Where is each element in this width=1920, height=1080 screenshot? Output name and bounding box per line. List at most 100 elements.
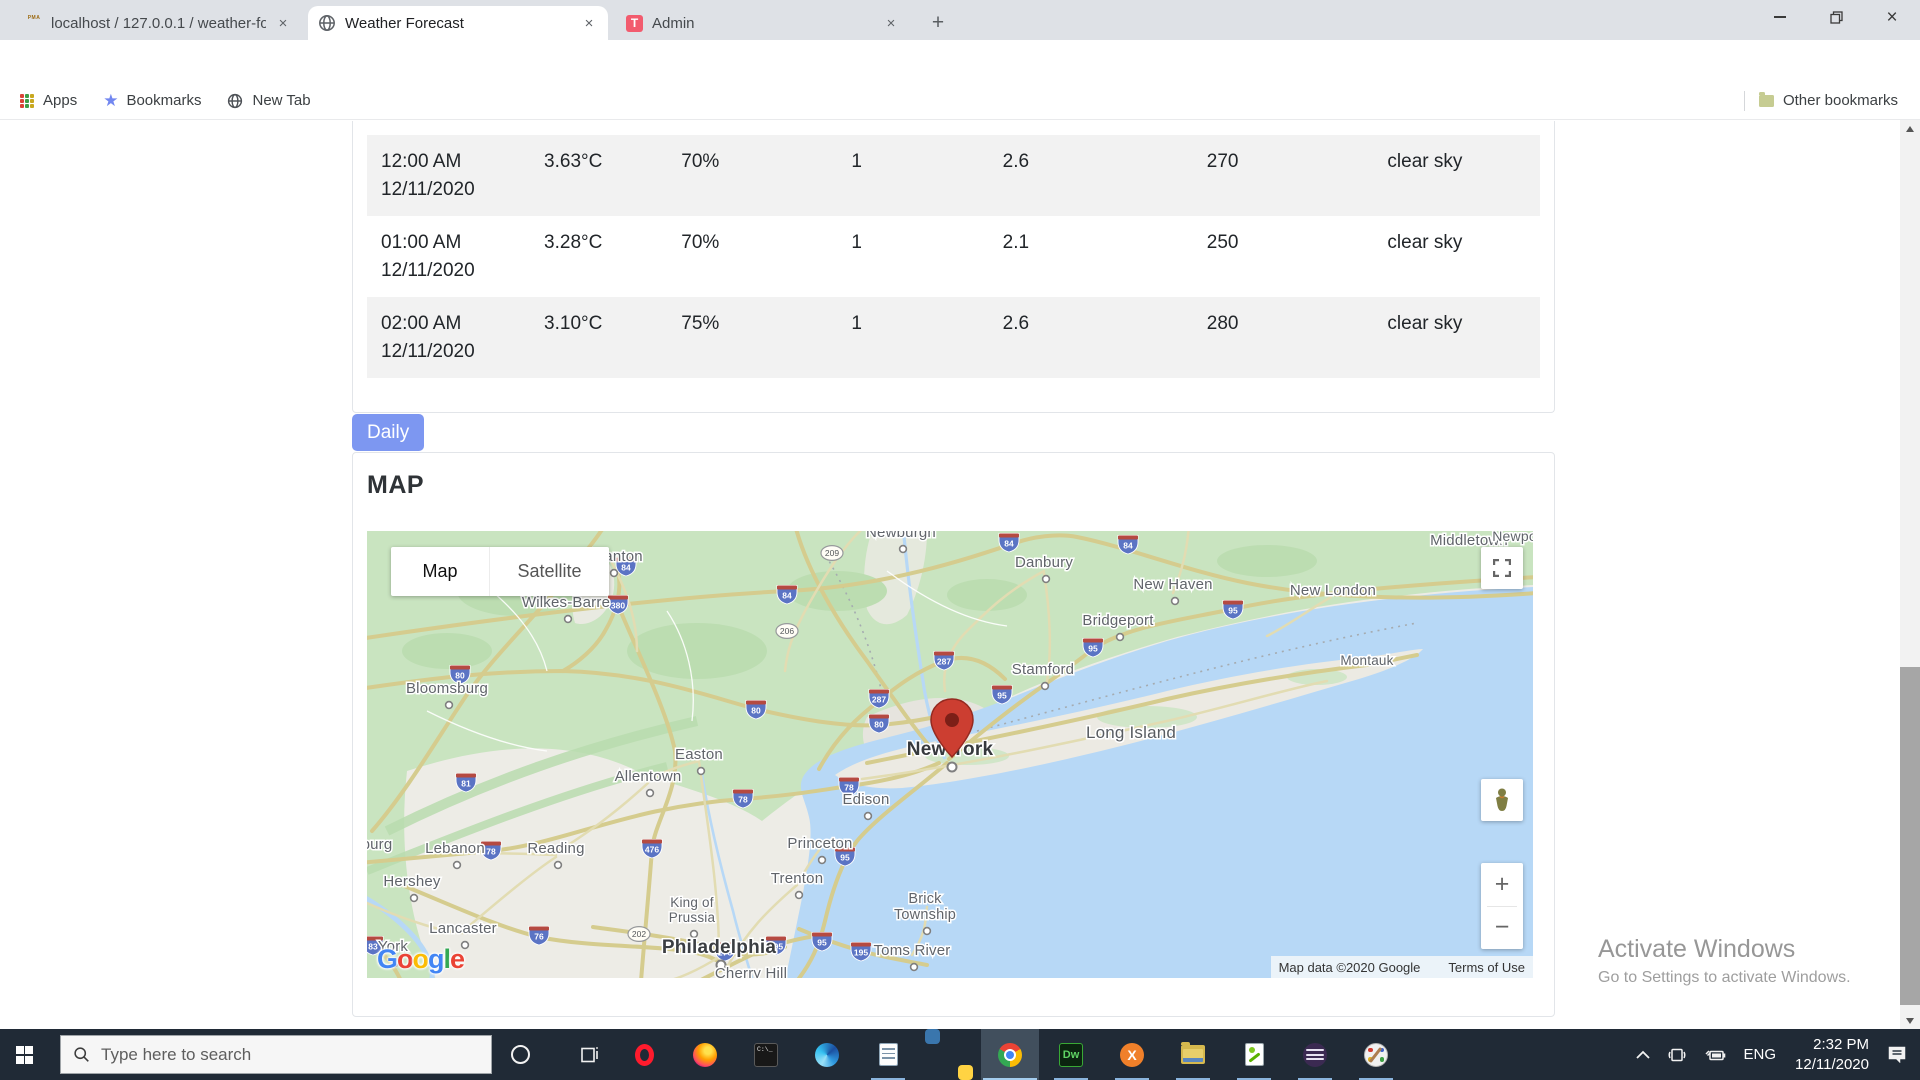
bookmark-label: Apps	[43, 92, 77, 109]
hourly-weather-table: 12:00 AM12/11/2020 3.63°C 70% 1 2.6 270 …	[367, 135, 1540, 378]
start-button[interactable]	[0, 1029, 48, 1080]
taskbar-chrome-active[interactable]	[981, 1029, 1039, 1080]
map-label-hershey: Hershey	[383, 873, 441, 890]
google-map[interactable]: 8184380209848484206287287808080817878784…	[367, 531, 1533, 978]
python-icon	[937, 1043, 961, 1067]
tab-phpmyadmin[interactable]: PMA localhost / 127.0.0.1 / weather-fo ×	[16, 6, 302, 40]
svg-text:95: 95	[817, 938, 827, 948]
tab-admin[interactable]: T Admin ×	[616, 6, 910, 40]
tab-strip: PMA localhost / 127.0.0.1 / weather-fo ×…	[0, 0, 1920, 40]
table-row[interactable]: 01:00 AM12/11/2020 3.28°C 70% 1 2.1 250 …	[367, 216, 1540, 297]
map-label-montauk: Montauk	[1340, 653, 1393, 668]
google-logo[interactable]: Google	[377, 944, 464, 975]
tab-close-icon[interactable]: ×	[580, 14, 598, 32]
svg-text:206: 206	[780, 626, 794, 636]
taskbar-firefox[interactable]	[681, 1029, 729, 1080]
svg-text:84: 84	[1004, 539, 1014, 549]
taskbar-search[interactable]	[60, 1035, 492, 1074]
bookmark-apps[interactable]: Apps	[20, 92, 77, 109]
map-canvas: 8184380209848484206287287808080817878784…	[367, 531, 1533, 978]
chrome-icon	[998, 1043, 1022, 1067]
taskbar-xampp[interactable]: X	[1108, 1029, 1156, 1080]
tab-title: Admin	[652, 15, 874, 32]
taskbar-edge[interactable]	[803, 1029, 851, 1080]
search-input[interactable]	[101, 1045, 479, 1065]
minimize-button[interactable]	[1752, 0, 1808, 34]
scrollbar-thumb[interactable]	[1900, 667, 1920, 1005]
close-button[interactable]: ×	[1864, 0, 1920, 34]
svg-text:84: 84	[782, 591, 792, 601]
bookmark-new-tab[interactable]: New Tab	[227, 92, 310, 109]
svg-text:209: 209	[825, 548, 839, 558]
map-label-township: Township	[894, 907, 956, 923]
zoom-in-button[interactable]: +	[1481, 863, 1523, 906]
admin-favicon-icon: T	[626, 15, 643, 32]
page-scrollbar[interactable]	[1900, 120, 1920, 1029]
map-label-lancaster: Lancaster	[429, 920, 497, 937]
svg-text:202: 202	[632, 929, 646, 939]
tray-clock[interactable]: 2:32 PM 12/11/2020	[1795, 1035, 1869, 1074]
taskbar-opera[interactable]	[620, 1029, 668, 1080]
map-section-title: MAP	[367, 471, 424, 500]
taskbar: C:\_ Dw X ENG	[0, 1029, 1920, 1080]
taskbar-paint[interactable]	[1352, 1029, 1400, 1080]
daily-button[interactable]: Daily	[352, 414, 424, 451]
taskbar-cmd[interactable]: C:\_	[742, 1029, 790, 1080]
restore-button[interactable]	[1808, 0, 1864, 34]
bookmark-bookmarks[interactable]: ★ Bookmarks	[103, 91, 201, 111]
terms-of-use-link[interactable]: Terms of Use	[1448, 960, 1525, 975]
svg-text:80: 80	[874, 720, 884, 730]
tab-close-icon[interactable]: ×	[882, 14, 900, 32]
svg-text:78: 78	[486, 847, 496, 857]
taskbar-file-explorer[interactable]	[1169, 1029, 1217, 1080]
map-label-prussia: Prussia	[669, 910, 716, 925]
map-type-satellite-button[interactable]: Satellite	[489, 547, 609, 596]
svg-text:287: 287	[937, 657, 951, 667]
search-icon	[73, 1046, 90, 1063]
command-prompt-icon: C:\_	[754, 1043, 778, 1067]
tray-language[interactable]: ENG	[1744, 1046, 1777, 1063]
xampp-icon: X	[1120, 1043, 1144, 1067]
new-tab-button[interactable]: +	[925, 10, 951, 36]
svg-text:80: 80	[751, 706, 761, 716]
zoom-out-button[interactable]: −	[1481, 907, 1523, 950]
cortana-icon	[511, 1045, 530, 1064]
svg-text:195: 195	[854, 948, 868, 958]
svg-text:80: 80	[455, 671, 465, 681]
taskbar-python[interactable]	[925, 1029, 973, 1080]
cortana-button[interactable]	[496, 1029, 544, 1080]
other-bookmarks[interactable]: Other bookmarks	[1759, 92, 1898, 109]
pegman-street-view-button[interactable]	[1481, 779, 1523, 821]
tray-connect-icon[interactable]	[1668, 1048, 1686, 1062]
zoom-control: + −	[1481, 863, 1523, 949]
svg-text:95: 95	[997, 691, 1007, 701]
map-label-newburgh: Newburgh	[866, 531, 936, 541]
edge-icon	[815, 1043, 839, 1067]
svg-text:76: 76	[534, 932, 544, 942]
phpmyadmin-favicon-icon: PMA	[26, 15, 42, 31]
map-label-princeton: Princeton	[787, 835, 852, 852]
map-label-cherry-hill: Cherry Hill	[715, 965, 787, 978]
table-row[interactable]: 12:00 AM12/11/2020 3.63°C 70% 1 2.6 270 …	[367, 135, 1540, 216]
scroll-down-arrow[interactable]	[1900, 1012, 1920, 1029]
table-row[interactable]: 02:00 AM12/11/2020 3.10°C 75% 1 2.6 280 …	[367, 297, 1540, 378]
scroll-up-arrow[interactable]	[1900, 120, 1920, 137]
taskbar-eclipse[interactable]	[1291, 1029, 1339, 1080]
task-view-icon	[578, 1046, 599, 1064]
map-type-map-button[interactable]: Map	[391, 547, 489, 596]
tray-battery-icon[interactable]	[1704, 1048, 1726, 1062]
taskbar-notepad-plus-plus[interactable]	[1230, 1029, 1278, 1080]
tab-weather-forecast[interactable]: Weather Forecast ×	[308, 6, 608, 40]
notepad-plus-plus-icon	[1245, 1043, 1264, 1066]
tray-chevron-up-icon[interactable]	[1636, 1050, 1650, 1059]
taskbar-dreamweaver[interactable]: Dw	[1047, 1029, 1095, 1080]
tab-close-icon[interactable]: ×	[274, 14, 292, 32]
bookmark-label: New Tab	[252, 92, 310, 109]
fullscreen-button[interactable]	[1481, 547, 1523, 589]
map-data-text: Map data ©2020 Google	[1279, 960, 1421, 975]
hourly-weather-card: 12:00 AM12/11/2020 3.63°C 70% 1 2.6 270 …	[352, 121, 1555, 413]
task-view-button[interactable]	[564, 1029, 612, 1080]
bookmarks-bar: Apps ★ Bookmarks New Tab Other bookmarks	[0, 82, 1920, 120]
taskbar-notepad[interactable]	[864, 1029, 912, 1080]
action-center-icon[interactable]	[1888, 1046, 1906, 1063]
